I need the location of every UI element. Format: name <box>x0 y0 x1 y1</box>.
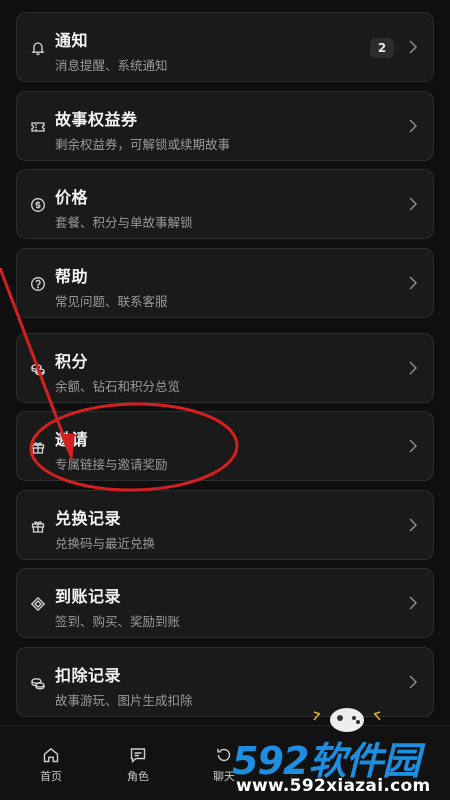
diamond-icon <box>30 596 46 612</box>
chevron-right-icon <box>408 38 418 56</box>
menu-item-subtitle: 套餐、积分与单故事解锁 <box>55 215 193 230</box>
chevron-right-icon <box>408 516 418 534</box>
coins-icon <box>30 675 46 691</box>
menu-item-subtitle: 签到、购买、奖励到账 <box>55 614 181 629</box>
gift-icon <box>30 439 46 455</box>
help-icon <box>30 276 46 292</box>
menu-item-subtitle: 常见问题、联系客服 <box>55 294 168 309</box>
menu-item-notifications[interactable]: 通知 消息提醒、系统通知 2 <box>16 12 434 82</box>
tab-label: 角色 <box>127 770 149 783</box>
menu-item-story-coupons[interactable]: 故事权益券 剩余权益券，可解锁或续期故事 <box>16 91 434 161</box>
chevron-right-icon <box>408 195 418 213</box>
menu-item-subtitle: 消息提醒、系统通知 <box>55 58 168 73</box>
home-icon <box>42 746 60 764</box>
notification-count-badge: 2 <box>370 38 394 58</box>
tab-label: 首页 <box>40 770 62 783</box>
menu-item-title: 故事权益券 <box>55 110 138 129</box>
menu-item-points[interactable]: 积分 余额、钻石和积分总览 <box>16 333 434 403</box>
menu-item-title: 到账记录 <box>55 587 122 606</box>
menu-item-invite[interactable]: 邀请 专属链接与邀请奖励 <box>16 411 434 481</box>
bell-icon <box>30 40 46 56</box>
ticket-icon <box>30 119 46 135</box>
chevron-right-icon <box>408 437 418 455</box>
watermark-logo: 592软件园 www.592xiazai.com <box>222 728 450 800</box>
gift-icon <box>30 518 46 534</box>
menu-item-subtitle: 故事游玩、图片生成扣除 <box>55 693 193 708</box>
menu-item-title: 价格 <box>55 188 89 207</box>
chevron-right-icon <box>408 673 418 691</box>
tab-characters[interactable]: 角色 <box>92 726 184 800</box>
menu-item-title: 通知 <box>55 31 89 50</box>
menu-item-subtitle: 兑换码与最近兑换 <box>55 536 156 551</box>
menu-item-title: 扣除记录 <box>55 666 122 685</box>
menu-item-subtitle: 剩余权益券，可解锁或续期故事 <box>55 137 231 152</box>
chevron-right-icon <box>408 274 418 292</box>
watermark-url: www.592xiazai.com <box>236 776 431 796</box>
menu-item-subtitle: 余额、钻石和积分总览 <box>55 379 181 394</box>
menu-item-title: 帮助 <box>55 267 89 286</box>
menu-item-pricing[interactable]: 价格 套餐、积分与单故事解锁 <box>16 169 434 239</box>
message-icon <box>129 746 147 764</box>
menu-item-credit-history[interactable]: 到账记录 签到、购买、奖励到账 <box>16 568 434 638</box>
tab-home[interactable]: 首页 <box>5 726 97 800</box>
dollar-icon <box>30 197 46 213</box>
chevron-right-icon <box>408 359 418 377</box>
chevron-right-icon <box>408 117 418 135</box>
profile-menu-screen: 通知 消息提醒、系统通知 2 故事权益券 剩余权益券，可解锁或续期故事 价格 套… <box>0 0 450 800</box>
coins-icon <box>30 361 46 377</box>
menu-item-title: 邀请 <box>55 430 89 449</box>
menu-item-subtitle: 专属链接与邀请奖励 <box>55 457 168 472</box>
menu-item-title: 兑换记录 <box>55 509 122 528</box>
menu-item-redeem-history[interactable]: 兑换记录 兑换码与最近兑换 <box>16 490 434 560</box>
menu-item-help[interactable]: 帮助 常见问题、联系客服 <box>16 248 434 318</box>
chevron-right-icon <box>408 594 418 612</box>
menu-item-title: 积分 <box>55 352 89 371</box>
